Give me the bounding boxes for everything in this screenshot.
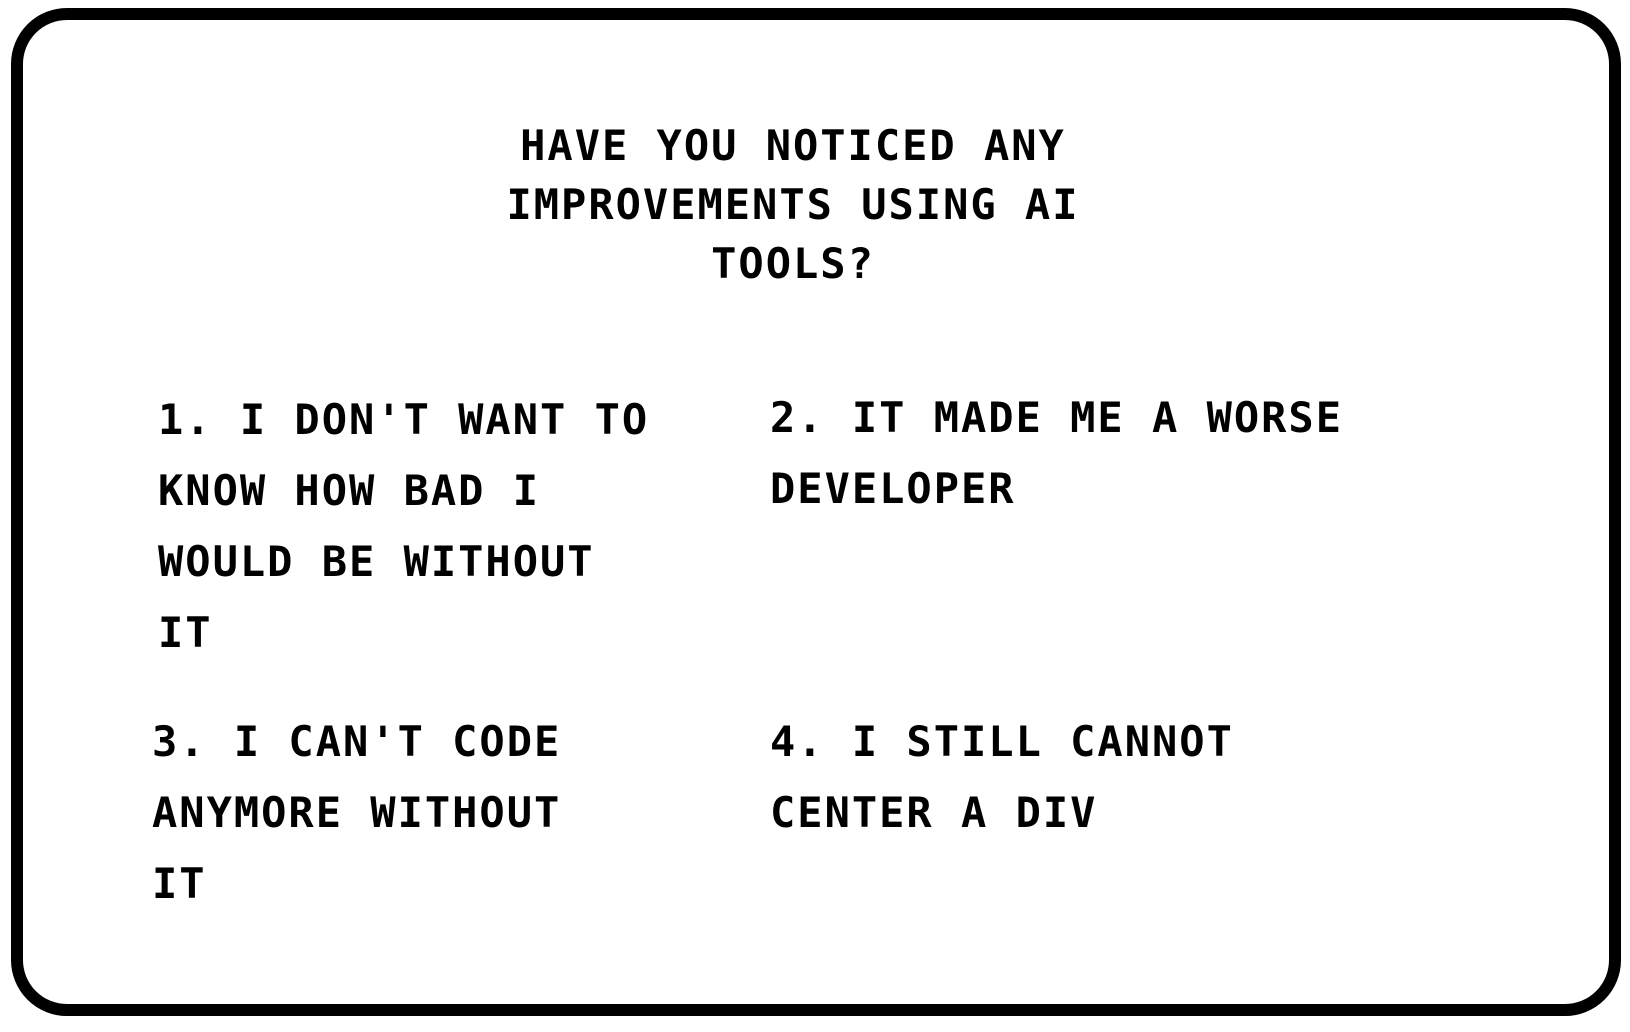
- question-line: IMPROVEMENTS USING AI: [506, 180, 1080, 229]
- answer-option-2[interactable]: 2. IT MADE ME A WORSE DEVELOPER: [770, 382, 1343, 524]
- answer-line: WOULD BE WITHOUT: [158, 537, 595, 586]
- answer-line: 4. I STILL CANNOT: [770, 717, 1234, 766]
- answer-option-3[interactable]: 3. I CAN'T CODE ANYMORE WITHOUT IT: [152, 706, 561, 919]
- answer-line: 1. I DON'T WANT TO: [158, 395, 650, 444]
- answer-option-1[interactable]: 1. I DON'T WANT TO KNOW HOW BAD I WOULD …: [158, 384, 649, 668]
- answer-line: 2. IT MADE ME A WORSE: [770, 393, 1344, 442]
- quiz-card: HAVE YOU NOTICED ANY IMPROVEMENTS USING …: [11, 8, 1621, 1016]
- question-line: TOOLS?: [711, 239, 875, 288]
- answer-line: CENTER A DIV: [770, 788, 1098, 837]
- question-text: HAVE YOU NOTICED ANY IMPROVEMENTS USING …: [23, 116, 1563, 293]
- answer-line: ANYMORE WITHOUT: [152, 788, 562, 837]
- answer-line: IT: [152, 859, 207, 908]
- answer-line: IT: [158, 608, 213, 657]
- question-line: HAVE YOU NOTICED ANY: [520, 121, 1066, 170]
- answer-line: KNOW HOW BAD I: [158, 466, 541, 515]
- answer-option-4[interactable]: 4. I STILL CANNOT CENTER A DIV: [770, 706, 1234, 848]
- answer-line: 3. I CAN'T CODE: [152, 717, 562, 766]
- answer-line: DEVELOPER: [770, 464, 1016, 513]
